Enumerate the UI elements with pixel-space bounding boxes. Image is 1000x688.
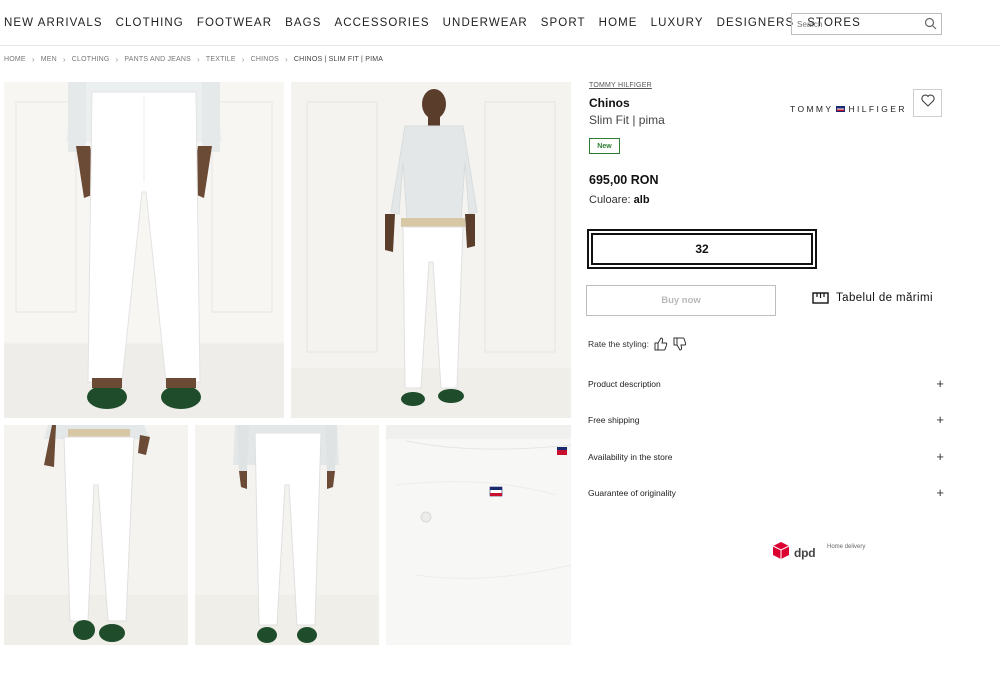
breadcrumb: HOME › MEN › CLOTHING › PANTS AND JEANS … [4,55,383,64]
breadcrumb-chinos[interactable]: CHINOS [251,56,279,63]
accordion-label: Free shipping [588,414,640,425]
size-table-label: Tabelul de mărimi [836,292,933,304]
breadcrumb-textile[interactable]: TEXTILE [206,56,236,63]
menu-item-designers[interactable]: DESIGNERS [717,17,795,29]
color-label: Culoare: [589,194,631,206]
flag-icon [836,106,846,112]
thumbs-down-icon[interactable] [673,337,687,351]
accordion-label: Guarantee of originality [588,487,676,498]
breadcrumb-pants-and-jeans[interactable]: PANTS AND JEANS [124,56,191,63]
brand-logo-left: TOMMY [790,104,834,114]
top-navigation: NEW ARRIVALS CLOTHING FOOTWEAR BAGS ACCE… [0,0,1000,46]
rate-styling: Rate the styling: [588,337,687,351]
chevron-right-icon: › [31,55,35,64]
breadcrumb-men[interactable]: MEN [41,56,57,63]
chevron-right-icon: › [241,55,245,64]
search-icon[interactable] [924,17,937,35]
menu-item-new-arrivals[interactable]: NEW ARRIVALS [4,17,103,29]
dpd-logo: dpd [772,541,816,565]
color-line: Culoare: alb [589,194,650,206]
product-photo-front[interactable] [4,82,284,418]
menu-item-underwear[interactable]: UNDERWEAR [443,17,528,29]
buy-now-button[interactable]: Buy now [586,285,776,316]
search-box [791,13,942,35]
accordion-label: Product description [588,378,661,389]
plus-icon: + [936,376,944,391]
menu-item-clothing[interactable]: CLOTHING [116,17,184,29]
thumbs-up-icon[interactable] [654,337,668,351]
product-photo-back[interactable] [195,425,379,645]
plus-icon: + [936,412,944,427]
brand-link[interactable]: TOMMY HILFIGER [589,82,652,89]
chevron-right-icon: › [197,55,200,64]
search-input[interactable] [792,14,912,35]
accordion-free-shipping[interactable]: Free shipping + [588,413,944,426]
plus-icon: + [936,449,944,464]
menu-item-accessories[interactable]: ACCESSORIES [334,17,429,29]
menu-item-sport[interactable]: SPORT [541,17,586,29]
home-delivery-note: Home delivery [827,544,866,550]
wishlist-button[interactable] [913,89,942,117]
chevron-right-icon: › [62,55,66,64]
size-selector[interactable]: 32 [587,229,817,269]
menu-item-footwear[interactable]: FOOTWEAR [197,17,272,29]
selected-size: 32 [591,233,813,265]
accordion-label: Availability in the store [588,451,673,462]
size-table-link[interactable]: Tabelul de mărimi [812,292,933,304]
breadcrumb-current: CHINOS | SLIM FIT | PIMA [293,56,384,63]
new-badge: New [589,138,620,154]
heart-icon [920,94,935,112]
accordion-product-description[interactable]: Product description + [588,377,944,390]
brand-logo[interactable]: TOMMY HILFIGER [790,104,907,114]
color-value: alb [633,194,650,206]
accordion-availability[interactable]: Availability in the store + [588,450,944,463]
product-photo-front-close[interactable] [4,425,188,645]
chevron-right-icon: › [115,55,119,64]
menu-item-bags[interactable]: BAGS [285,17,321,29]
accordion-guarantee[interactable]: Guarantee of originality + [588,486,944,499]
product-photo-full-body[interactable] [291,82,571,418]
breadcrumb-clothing[interactable]: CLOTHING [72,56,110,63]
brand-logo-right: HILFIGER [848,104,907,114]
price: 695,00 RON [589,173,659,187]
menu-item-luxury[interactable]: LUXURY [651,17,704,29]
product-subtitle: Slim Fit | pima [589,113,665,127]
product-photo-detail[interactable] [386,425,571,645]
plus-icon: + [936,485,944,500]
breadcrumb-home[interactable]: HOME [4,56,26,63]
menu-item-home[interactable]: HOME [599,17,638,29]
main-menu: NEW ARRIVALS CLOTHING FOOTWEAR BAGS ACCE… [4,17,874,29]
dpd-wordmark: dpd [794,546,816,560]
rate-label: Rate the styling: [588,339,649,349]
product-name: Chinos [589,96,630,110]
dpd-cube-icon [772,541,790,565]
ruler-icon [812,292,829,304]
chevron-right-icon: › [285,55,288,64]
